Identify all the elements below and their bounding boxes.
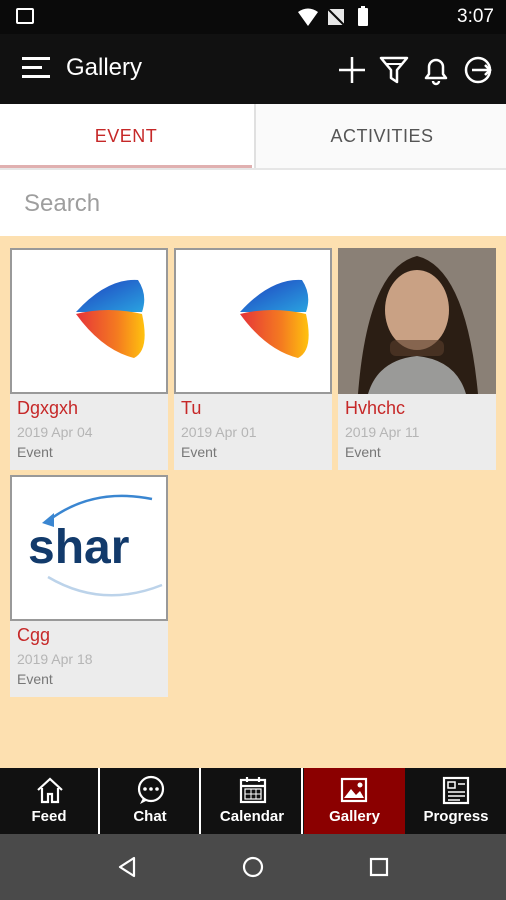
card-thumbnail[interactable] [10, 248, 168, 394]
portrait-photo [338, 248, 496, 394]
nav-label: Gallery [329, 808, 380, 825]
card-title: Hvhchc [345, 398, 406, 418]
share-logo-text: shar [28, 521, 129, 574]
card-date: 2019 Apr 11 [345, 424, 420, 440]
gallery-card[interactable]: Dgxgxh 2019 Apr 04 Event [10, 248, 168, 470]
card-title: Dgxgxh [17, 398, 79, 418]
calendar-icon [239, 777, 267, 804]
card-type: Event [17, 671, 53, 687]
gallery-card[interactable]: Hvhchc 2019 Apr 11 Event [338, 248, 496, 470]
nav-progress[interactable]: Progress [406, 768, 506, 834]
status-icons [298, 6, 368, 26]
share-logo-icon: shar [28, 494, 163, 597]
nav-chat[interactable]: Chat [101, 768, 201, 834]
search-bar [0, 170, 506, 236]
gallery-card[interactable]: shar Cgg 2019 Apr 18 Event [10, 475, 168, 697]
nav-feed[interactable]: Feed [0, 768, 100, 834]
tab-activities[interactable]: ACTIVITIES [254, 104, 506, 168]
nav-label: Chat [133, 808, 167, 825]
page-title: Gallery [66, 54, 143, 81]
card-date: 2019 Apr 04 [17, 424, 93, 440]
bottom-nav: Feed Chat Calendar Gallery Progress [0, 768, 506, 834]
card-thumbnail[interactable]: shar [10, 475, 168, 621]
system-nav-bar [0, 834, 506, 900]
card-type: Event [345, 444, 381, 460]
filter-icon[interactable] [378, 54, 410, 86]
tab-bar: EVENT ACTIVITIES [0, 104, 506, 168]
gallery-icon [340, 777, 368, 803]
menu-icon[interactable] [22, 56, 50, 80]
card-thumbnail[interactable] [338, 248, 496, 394]
add-icon[interactable] [336, 54, 368, 86]
gallery-card[interactable]: Tu 2019 Apr 01 Event [174, 248, 332, 470]
brand-logo-icon [76, 279, 145, 358]
progress-icon [442, 776, 470, 805]
nav-calendar[interactable]: Calendar [203, 768, 303, 834]
nav-label: Feed [31, 808, 67, 825]
card-type: Event [181, 444, 217, 460]
gallery-grid: Dgxgxh 2019 Apr 04 Event Tu 2019 Apr 01 … [0, 236, 506, 768]
card-title: Tu [181, 398, 202, 418]
tab-event[interactable]: EVENT [0, 104, 252, 168]
card-date: 2019 Apr 01 [181, 424, 257, 440]
card-thumbnail[interactable] [174, 248, 332, 394]
bell-icon[interactable] [420, 54, 452, 86]
nav-gallery[interactable]: Gallery [304, 768, 405, 834]
home-icon [37, 777, 63, 804]
battery-icon [358, 8, 368, 26]
search-input[interactable] [22, 184, 486, 224]
app-bar: Gallery [0, 34, 506, 104]
home-circle-icon[interactable] [242, 856, 264, 878]
back-icon[interactable] [116, 856, 138, 878]
nav-label: Progress [423, 808, 489, 825]
recents-icon[interactable] [369, 857, 389, 877]
logout-icon[interactable] [462, 54, 494, 86]
image-notification-icon [16, 8, 34, 24]
nav-label: Calendar [219, 808, 285, 825]
card-title: Cgg [17, 625, 51, 645]
status-bar: 3:07 [0, 0, 506, 34]
chat-icon [137, 775, 165, 804]
wifi-icon [298, 8, 318, 26]
card-type: Event [17, 444, 53, 460]
clock: 3:07 [457, 6, 494, 27]
card-date: 2019 Apr 18 [17, 651, 93, 667]
brand-logo-icon [240, 279, 309, 358]
